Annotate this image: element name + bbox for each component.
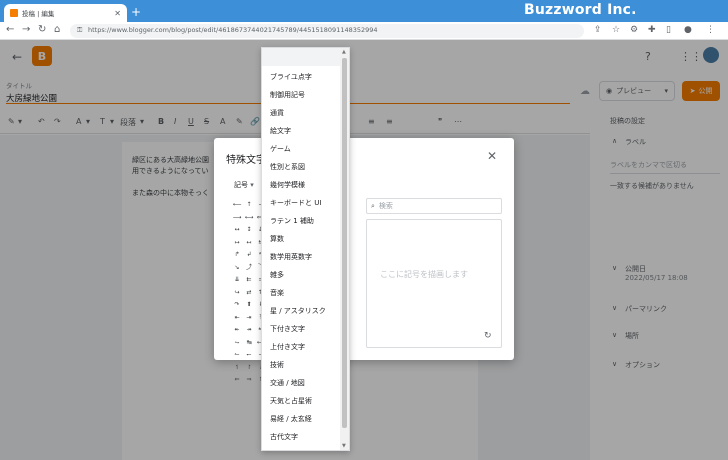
symbol-cell[interactable]: ⥊ [232,338,242,348]
dropdown-item[interactable]: 交通 / 地図 [270,378,305,388]
symbol-cell[interactable]: ↤ [244,238,254,248]
symbol-cell[interactable]: ↿ [232,363,242,373]
browser-menu-icon[interactable]: ⋮ [706,25,715,35]
symbol-cell[interactable]: ⇊ [232,275,242,285]
symbol-cell[interactable]: ⟷ [244,213,254,223]
symbol-cell[interactable]: ⇥ [244,313,254,323]
brand-watermark: Buzzword Inc. [524,2,637,18]
back-arrow-icon[interactable]: ← [6,24,14,35]
dropdown-item[interactable]: 数学用英数字 [270,252,312,262]
dialog-title: 特殊文字 [226,155,266,166]
dropdown-item[interactable]: キーボードと UI [270,198,321,208]
dropdown-item[interactable]: ブライユ点字 [270,72,312,82]
dropdown-item[interactable]: 幾何学模様 [270,180,305,190]
symbol-cell[interactable]: ↦ [232,238,242,248]
tab-close-icon[interactable]: ✕ [114,9,121,18]
symbol-cell[interactable]: ↕ [244,225,254,235]
scroll-up-icon[interactable]: ▲ [342,49,346,55]
symbol-cell[interactable]: ↞ [232,325,242,335]
symbol-search-input[interactable]: ⌕ 検索 [366,198,502,214]
symbol-cell[interactable]: ↹ [244,338,254,348]
dropdown-item[interactable]: 天気と占星術 [270,396,312,406]
symbol-cell[interactable]: ↔ [232,225,242,235]
url-text[interactable]: https://www.blogger.com/blog/post/edit/4… [88,26,378,34]
home-icon[interactable]: ⌂ [54,24,60,35]
symbol-cell[interactable]: ⇇ [244,275,254,285]
puzzle-icon[interactable]: ✚ [648,25,656,35]
symbol-cell[interactable]: ↑ [244,200,254,210]
chevron-down-icon: ▾ [250,181,254,189]
symbol-cell[interactable]: ⬆ [244,300,254,310]
dropdown-item[interactable]: 制御用記号 [270,90,305,100]
dropdown-item[interactable]: 音楽 [270,288,284,298]
symbol-cell[interactable]: ⇒ [244,375,254,385]
blogger-favicon-icon [10,9,18,17]
scrollbar-thumb[interactable] [342,58,347,428]
dropdown-item[interactable]: 通貨 [270,108,284,118]
dropdown-item[interactable]: ラテン 1 補助 [270,216,314,226]
category-dropdown: 矢印ブライユ点字制御用記号通貨絵文字ゲーム性別と系図幾何学模様キーボードと UI… [261,47,350,451]
extension-icon[interactable]: ⚙ [630,25,638,35]
search-icon: ⌕ [371,201,375,210]
symbol-cell[interactable]: ↱ [232,250,242,260]
symbol-cell[interactable]: ↼ [232,350,242,360]
symbol-cell[interactable]: ⟵ [232,200,242,210]
dropdown-item[interactable]: 絵文字 [270,126,291,136]
dropdown-item[interactable]: ゲーム [270,144,291,154]
dropdown-item[interactable]: 下付き文字 [270,324,305,334]
symbol-cell[interactable]: ⇄ [244,288,254,298]
sidebar-icon[interactable]: ▯ [666,25,671,35]
symbol-cell[interactable]: ↠ [244,325,254,335]
refresh-icon[interactable]: ↻ [484,331,492,341]
category-value: 記号 [234,181,248,189]
dropdown-item[interactable]: 雑多 [270,270,284,280]
share-icon[interactable]: ⇪ [594,25,602,35]
close-icon[interactable]: ✕ [487,149,497,163]
dropdown-highlight [262,48,340,66]
symbol-cell[interactable]: ↪ [232,288,242,298]
symbol-cell[interactable]: ↘ [232,263,242,273]
reload-icon[interactable]: ↻ [38,24,46,35]
symbol-cell[interactable]: ↲ [244,250,254,260]
scroll-down-icon[interactable]: ▼ [342,443,346,449]
star-icon[interactable]: ☆ [612,25,620,35]
tab-title: 投稿 | 編集 [22,10,55,18]
profile-icon[interactable]: ● [684,25,692,35]
symbol-cell[interactable]: ↽ [244,350,254,360]
draw-area[interactable] [366,219,502,348]
dropdown-item[interactable]: 易経 / 太玄経 [270,414,312,424]
symbol-cell[interactable]: ↷ [232,300,242,310]
dropdown-item[interactable]: 古代文字 [270,432,298,442]
dropdown-item[interactable]: 性別と系図 [270,162,305,172]
new-tab-button[interactable]: + [131,5,141,19]
search-placeholder: 検索 [378,202,393,210]
symbol-cell[interactable]: ⇐ [232,375,242,385]
symbol-cell[interactable]: ↾ [244,363,254,373]
forward-arrow-icon[interactable]: → [22,24,30,35]
category-select[interactable]: 記号 ▾ [234,180,254,190]
dropdown-item[interactable]: 算数 [270,234,284,244]
symbol-cell[interactable]: ⟶ [232,213,242,223]
symbol-cell[interactable]: ⇤ [232,313,242,323]
lock-icon: ⚿ [77,26,83,34]
dropdown-item[interactable]: 上付き文字 [270,342,305,352]
dropdown-item[interactable]: 技術 [270,360,284,370]
draw-hint: ここに記号を描画します [380,270,468,279]
symbol-cell[interactable]: ⤴ [244,263,254,273]
browser-tab[interactable]: 投稿 | 編集 ✕ [4,4,127,22]
dropdown-item[interactable]: 星 / アスタリスク [270,306,326,316]
